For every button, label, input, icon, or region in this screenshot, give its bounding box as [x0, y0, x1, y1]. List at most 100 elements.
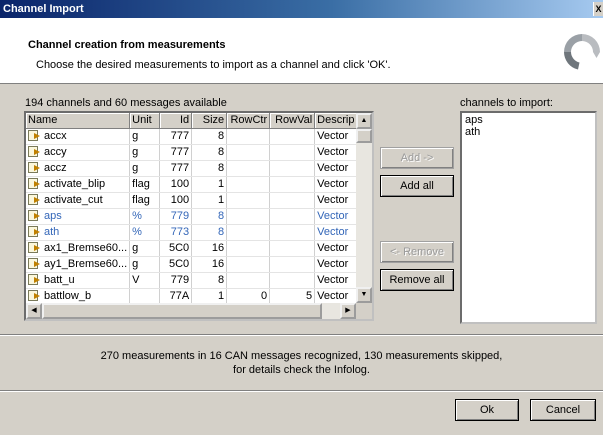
cell-rowval: [269, 240, 316, 257]
status-line-2: for details check the Infolog.: [233, 364, 370, 376]
cell-rowctr: [226, 128, 271, 145]
cell-rowval: 5: [269, 288, 316, 305]
remove-button[interactable]: <- Remove: [380, 241, 454, 263]
scroll-up-arrow-icon[interactable]: ▲: [356, 113, 372, 129]
cell-size: 1: [191, 288, 228, 305]
table-row[interactable]: accz g 777 8 Vector: [26, 160, 364, 177]
cell-id: 777: [159, 128, 193, 145]
title-bar: Channel Import X: [0, 0, 603, 18]
cell-name: ax1_Bremse60...: [26, 240, 131, 257]
remove-all-button[interactable]: Remove all: [380, 269, 454, 291]
cell-name: ath: [26, 224, 131, 241]
cell-name-text: ax1_Bremse60...: [44, 242, 128, 254]
cell-size: 8: [191, 160, 228, 177]
cell-name: ay1_Bremse60...: [26, 256, 131, 273]
cell-name: batt_u: [26, 272, 131, 289]
cell-rowctr: [226, 256, 271, 273]
cell-name-text: activate_cut: [44, 194, 103, 206]
scroll-down-arrow-icon[interactable]: ▼: [356, 287, 372, 303]
cell-rowval: [269, 160, 316, 177]
cell-unit: %: [129, 224, 161, 241]
column-header-size[interactable]: Size: [191, 113, 228, 129]
cell-rowval: [269, 208, 316, 225]
cell-rowval: [269, 176, 316, 193]
window-title: Channel Import: [3, 3, 84, 15]
cell-unit: g: [129, 128, 161, 145]
table-row[interactable]: activate_blip flag 100 1 Vector: [26, 176, 364, 193]
cell-rowctr: 0: [226, 288, 271, 305]
channel-import-dialog: Channel Import X Channel creation from m…: [0, 0, 603, 435]
channels-to-import-list[interactable]: aps ath: [460, 111, 597, 324]
cell-rowctr: [226, 208, 271, 225]
cell-size: 8: [191, 224, 228, 241]
cell-size: 1: [191, 176, 228, 193]
cell-rowval: [269, 224, 316, 241]
horizontal-scroll-thumb[interactable]: [42, 303, 322, 319]
circular-arrows-icon: [564, 34, 600, 70]
cell-rowval: [269, 144, 316, 161]
cell-rowval: [269, 272, 316, 289]
cancel-button[interactable]: Cancel: [530, 399, 596, 421]
cell-name-text: accy: [44, 146, 67, 158]
channel-import-icon: [28, 290, 41, 301]
cell-id: 779: [159, 272, 193, 289]
import-list-item[interactable]: aps: [465, 114, 592, 126]
table-row[interactable]: batt_u V 779 8 Vector: [26, 272, 364, 289]
scrollbar-corner: [356, 303, 372, 319]
table-row[interactable]: ay1_Bremse60... g 5C0 16 Vector: [26, 256, 364, 273]
channels-table: Name Unit Id Size RowCtr RowVal Descrip …: [26, 113, 364, 305]
channel-import-icon: [28, 210, 41, 221]
cell-rowctr: [226, 176, 271, 193]
vertical-scroll-thumb[interactable]: [356, 129, 372, 143]
cell-id: 779: [159, 208, 193, 225]
table-row[interactable]: ath% 773 8 Vector: [26, 224, 364, 241]
column-header-id[interactable]: Id: [159, 113, 193, 129]
table-row[interactable]: accx g 777 8 Vector: [26, 128, 364, 145]
cell-unit: g: [129, 144, 161, 161]
channel-import-icon: [28, 258, 41, 269]
cell-name-text: battlow_b: [44, 290, 92, 302]
import-list-item[interactable]: ath: [465, 126, 592, 138]
cell-name-text: accz: [44, 162, 67, 174]
scroll-right-arrow-icon[interactable]: ▶: [340, 303, 356, 319]
add-button[interactable]: Add ->: [380, 147, 454, 169]
cell-name-text: ath: [44, 226, 60, 238]
available-channels-grid[interactable]: Name Unit Id Size RowCtr RowVal Descrip …: [24, 111, 374, 321]
cell-rowval: [269, 192, 316, 209]
table-row[interactable]: activate_cut flag 100 1 Vector: [26, 192, 364, 209]
status-message: 270 measurements in 16 CAN messages reco…: [0, 349, 603, 377]
cell-name: activate_blip: [26, 176, 131, 193]
header-subtitle: Choose the desired measurements to impor…: [36, 59, 391, 71]
channel-import-icon: [28, 146, 41, 157]
cell-size: 16: [191, 240, 228, 257]
divider: [0, 390, 603, 392]
grid-vertical-scrollbar[interactable]: ▲ ▼: [356, 113, 372, 303]
close-icon[interactable]: X: [593, 2, 603, 16]
cell-name: aps: [26, 208, 131, 225]
add-all-button[interactable]: Add all: [380, 175, 454, 197]
cell-size: 8: [191, 208, 228, 225]
grid-horizontal-scrollbar[interactable]: ◀ ▶: [26, 303, 356, 319]
table-row[interactable]: accy g 777 8 Vector: [26, 144, 364, 161]
cell-name: activate_cut: [26, 192, 131, 209]
cell-unit: g: [129, 240, 161, 257]
divider: [0, 334, 603, 336]
cell-id: 773: [159, 224, 193, 241]
cell-name-text: batt_u: [44, 274, 75, 286]
table-row[interactable]: ax1_Bremse60... g 5C0 16 Vector: [26, 240, 364, 257]
column-header-rowval[interactable]: RowVal: [269, 113, 316, 129]
channel-import-icon: [28, 162, 41, 173]
scroll-left-arrow-icon[interactable]: ◀: [26, 303, 42, 319]
channel-import-icon: [28, 130, 41, 141]
cell-size: 1: [191, 192, 228, 209]
table-row[interactable]: battlow_b 77A 1 0 5 Vector: [26, 288, 364, 305]
ok-button[interactable]: Ok: [455, 399, 519, 421]
cell-rowctr: [226, 272, 271, 289]
column-header-name[interactable]: Name: [26, 113, 131, 129]
column-header-unit[interactable]: Unit: [129, 113, 161, 129]
cell-id: 777: [159, 160, 193, 177]
cell-rowctr: [226, 224, 271, 241]
cell-size: 8: [191, 128, 228, 145]
table-row[interactable]: aps% 779 8 Vector: [26, 208, 364, 225]
column-header-rowctr[interactable]: RowCtr: [226, 113, 271, 129]
